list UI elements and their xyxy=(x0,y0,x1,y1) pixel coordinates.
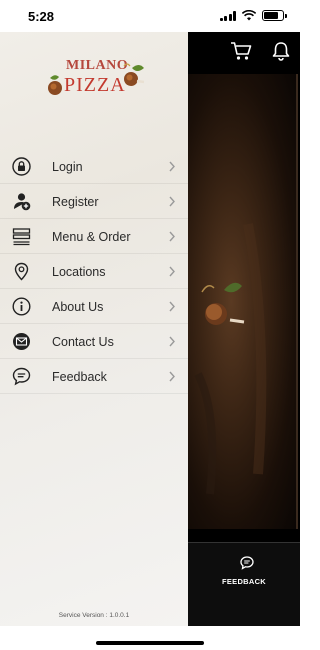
status-bar: 5:28 xyxy=(0,0,300,32)
status-time: 5:28 xyxy=(28,9,55,24)
logo-meatball-left xyxy=(48,75,62,95)
battery-icon xyxy=(262,10,287,21)
signal-icon xyxy=(219,10,236,21)
menu-item-login[interactable]: Login xyxy=(0,149,188,184)
chevron-right-icon xyxy=(169,196,175,207)
menu-item-label: Menu & Order xyxy=(52,230,131,244)
menu-item-register[interactable]: Register xyxy=(0,184,188,219)
menu-item-label: Contact Us xyxy=(52,335,114,349)
service-version: Service Version : 1.0.0.1 xyxy=(58,612,130,619)
navigation-drawer: MILANO PIZZA Login Register Menu & Order… xyxy=(0,32,188,626)
bottom-tab-bar: FEEDBACK xyxy=(188,542,300,626)
cart-icon[interactable] xyxy=(230,41,252,61)
chevron-right-icon xyxy=(169,336,175,347)
menu-list-icon xyxy=(12,228,31,246)
feedback-tab-icon[interactable] xyxy=(240,556,254,570)
status-icons xyxy=(219,10,287,21)
menu-item-label: Login xyxy=(52,160,83,174)
bell-icon[interactable] xyxy=(272,41,290,61)
menu-item-contact-us[interactable]: Contact Us xyxy=(0,324,188,359)
wifi-icon xyxy=(242,10,256,21)
hero-image xyxy=(188,74,298,529)
menu-item-about-us[interactable]: About Us xyxy=(0,289,188,324)
location-pin-icon xyxy=(14,262,29,281)
feedback-chat-icon xyxy=(12,367,31,386)
logo-line2: PIZZA xyxy=(64,74,126,96)
menu-item-menu-order[interactable]: Menu & Order xyxy=(0,219,188,254)
info-icon xyxy=(12,297,31,316)
lock-icon xyxy=(12,157,31,176)
background-app: FEEDBACK xyxy=(188,32,300,626)
add-user-icon xyxy=(14,193,31,211)
app-header xyxy=(188,32,300,72)
chevron-right-icon xyxy=(169,161,175,172)
chevron-right-icon xyxy=(169,231,175,242)
logo-meatball-right xyxy=(123,63,145,86)
menu-item-label: About Us xyxy=(52,300,104,314)
menu-item-label: Locations xyxy=(52,265,106,279)
menu-item-feedback[interactable]: Feedback xyxy=(0,359,188,394)
home-indicator-area xyxy=(0,626,300,650)
chevron-right-icon xyxy=(169,266,175,277)
chevron-right-icon xyxy=(169,301,175,312)
milano-pizza-logo: MILANO PIZZA xyxy=(44,58,148,110)
menu-item-label: Register xyxy=(52,195,99,209)
mail-icon xyxy=(13,333,30,350)
menu-item-label: Feedback xyxy=(52,370,107,384)
hero-logo-graphic xyxy=(194,223,267,495)
logo-line1: MILANO xyxy=(66,58,129,73)
menu-item-locations[interactable]: Locations xyxy=(0,254,188,289)
home-indicator[interactable] xyxy=(96,641,204,645)
feedback-tab-label[interactable]: FEEDBACK xyxy=(188,577,300,586)
chevron-right-icon xyxy=(169,371,175,382)
drawer-menu: Login Register Menu & Order Locations Ab… xyxy=(0,149,188,394)
